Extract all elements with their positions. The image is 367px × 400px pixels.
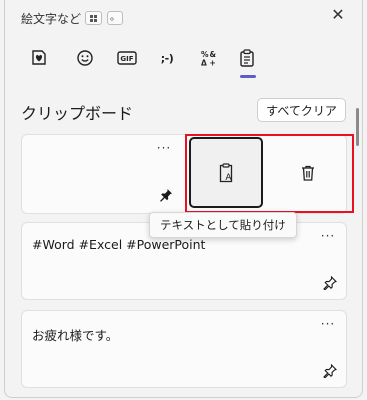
pin-filled-icon[interactable]	[159, 187, 173, 202]
panel-title: 絵文字など	[21, 12, 82, 26]
tab-clipboard[interactable]	[233, 44, 261, 78]
tab-symbols[interactable]: % & Δ +	[195, 44, 223, 72]
clipboard-icon	[240, 49, 254, 67]
tab-recent-emoji[interactable]	[25, 44, 53, 72]
pin-icon[interactable]	[323, 363, 338, 379]
more-options-button[interactable]: ···	[156, 142, 172, 155]
more-options-button[interactable]: ···	[320, 230, 336, 243]
pin-icon[interactable]	[323, 275, 338, 291]
action-highlight-frame	[185, 134, 354, 213]
svg-text:GIF: GIF	[120, 55, 133, 63]
kaomoji-label: ;-)	[160, 51, 174, 65]
symbols-icon: % & Δ +	[201, 50, 217, 68]
clipboard-item-text: お疲れ様です。	[32, 328, 119, 343]
scrollbar-thumb[interactable]	[356, 108, 359, 146]
title-bar: 絵文字など 。 ✕	[5, 0, 362, 34]
more-options-button[interactable]: ···	[320, 318, 336, 331]
tab-gif[interactable]: GIF	[113, 44, 141, 72]
clipboard-item[interactable]: お疲れ様です。 ···	[21, 310, 347, 388]
clear-all-button[interactable]: すべてクリア	[257, 98, 346, 122]
period-key-badge: 。	[107, 11, 123, 25]
paste-as-text-tooltip: テキストとして貼り付け	[149, 212, 297, 238]
smiley-icon	[77, 50, 93, 66]
clipboard-section-title: クリップボード	[21, 104, 134, 123]
svg-text:+: +	[210, 59, 216, 68]
svg-text:Δ: Δ	[201, 59, 207, 68]
tab-emoji[interactable]	[71, 44, 99, 72]
heart-icon	[32, 50, 46, 65]
tab-kaomoji[interactable]: ;-)	[153, 44, 181, 72]
clipboard-item-text: #Word #Excel #PowerPoint	[32, 237, 206, 252]
gif-icon: GIF	[117, 51, 137, 65]
emoji-panel: 絵文字など 。 ✕ GIF ;-) % & Δ + クリップボード すべてクリア…	[4, 0, 363, 398]
windows-key-icon	[85, 11, 102, 25]
close-button[interactable]: ✕	[328, 5, 348, 25]
